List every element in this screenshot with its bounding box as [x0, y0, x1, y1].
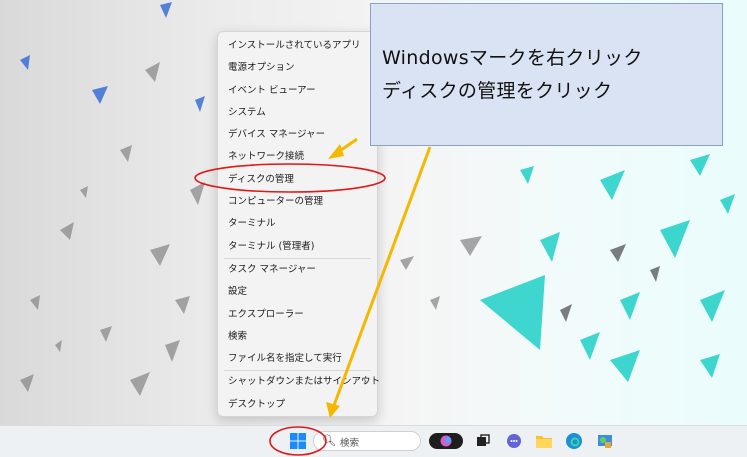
menu-item-label: エクスプローラー — [228, 308, 304, 320]
copilot-icon[interactable] — [429, 432, 463, 450]
menu-item-terminal-admin[interactable]: ターミナル (管理者) — [218, 236, 377, 258]
file-explorer-icon[interactable] — [535, 432, 553, 450]
task-view-icon[interactable] — [474, 432, 492, 450]
menu-item-power-options[interactable]: 電源オプション — [218, 57, 377, 79]
menu-item-device-manager[interactable]: デバイス マネージャー — [218, 124, 377, 146]
menu-item-event-viewer[interactable]: イベント ビューアー — [218, 80, 377, 102]
taskbar-search-box[interactable]: 🔍︎ 検索 — [313, 431, 421, 451]
menu-item-label: システム — [228, 106, 266, 118]
menu-item-computer-management[interactable]: コンピューターの管理 — [218, 191, 377, 213]
menu-item-task-manager[interactable]: タスク マネージャー — [218, 259, 377, 281]
chevron-right-icon: › — [363, 376, 367, 388]
control-panel-icon[interactable] — [596, 432, 614, 450]
menu-item-network-connections[interactable]: ネットワーク接続 — [218, 146, 377, 168]
menu-item-label: ディスクの管理 — [228, 173, 294, 185]
callout-line-1: Windowsマークを右クリック — [382, 47, 643, 69]
menu-item-label: コンピューターの管理 — [228, 196, 324, 208]
search-placeholder: 検索 — [340, 438, 360, 449]
menu-item-terminal[interactable]: ターミナル — [218, 213, 377, 235]
menu-item-label: ターミナル — [228, 218, 276, 230]
menu-item-label: タスク マネージャー — [228, 263, 316, 275]
menu-item-label: 電源オプション — [228, 62, 295, 74]
menu-item-installed-apps[interactable]: インストールされているアプリ — [218, 35, 377, 57]
instruction-callout: Windowsマークを右クリック ディスクの管理をクリック — [370, 3, 723, 146]
menu-item-shutdown-signout[interactable]: シャットダウンまたはサインアウト › — [218, 371, 381, 393]
menu-item-label: ファイル名を指定して実行 — [228, 353, 342, 365]
teams-chat-icon[interactable] — [505, 432, 523, 450]
winx-context-menu: インストールされているアプリ 電源オプション イベント ビューアー システム デ… — [217, 31, 381, 417]
callout-line-2: ディスクの管理をクリック — [382, 80, 613, 102]
menu-item-file-explorer[interactable]: エクスプローラー — [218, 304, 377, 326]
menu-item-search[interactable]: 検索 — [218, 326, 377, 348]
menu-item-label: イベント ビューアー — [228, 84, 316, 96]
menu-item-desktop[interactable]: デスクトップ — [218, 394, 377, 416]
windows-start-icon[interactable] — [289, 432, 307, 450]
menu-item-label: シャットダウンまたはサインアウト — [228, 376, 381, 388]
taskbar: 🔍︎ 検索 — [0, 425, 747, 457]
menu-item-label: ネットワーク接続 — [228, 151, 305, 163]
menu-item-system[interactable]: システム — [218, 102, 377, 124]
menu-item-settings[interactable]: 設定 — [218, 281, 377, 303]
menu-item-label: デスクトップ — [228, 398, 286, 410]
search-icon: 🔍︎ — [322, 434, 336, 447]
menu-item-label: インストールされているアプリ — [228, 40, 361, 51]
menu-item-disk-management[interactable]: ディスクの管理 — [218, 169, 377, 191]
menu-item-label: 設定 — [228, 286, 248, 298]
menu-item-label: 検索 — [228, 330, 248, 342]
menu-item-label: ターミナル (管理者) — [228, 240, 315, 252]
menu-item-run[interactable]: ファイル名を指定して実行 — [218, 348, 377, 370]
edge-icon[interactable] — [565, 432, 583, 450]
menu-item-label: デバイス マネージャー — [228, 129, 326, 141]
